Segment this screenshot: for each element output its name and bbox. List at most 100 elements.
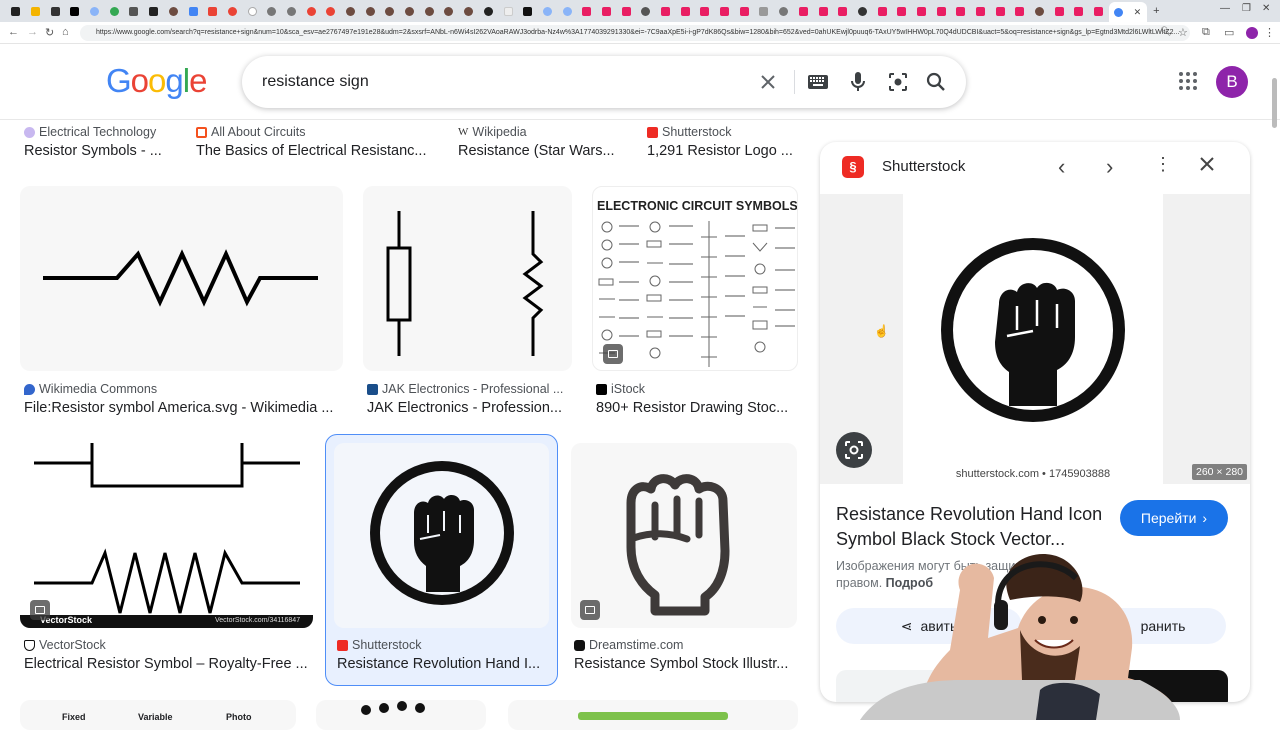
browser-tab[interactable] [479,2,499,20]
browser-tab[interactable] [931,2,951,20]
browser-tab[interactable] [242,2,262,20]
browser-tab[interactable] [124,2,144,20]
browser-tab[interactable] [164,2,184,20]
browser-tab[interactable] [400,2,420,20]
sidebar-icon[interactable]: ▭ [1224,26,1234,39]
browser-tab[interactable] [439,2,459,20]
result-source[interactable]: Shutterstock [337,638,421,652]
close-icon[interactable] [1199,156,1215,177]
result-title[interactable]: The Basics of Electrical Resistanc... [196,143,436,159]
browser-tab[interactable] [1089,2,1109,20]
browser-tab[interactable] [951,2,971,20]
browser-tab[interactable] [616,2,636,20]
result-thumbnail[interactable] [334,443,549,628]
result-title[interactable]: Resistance Revolution Hand I... [337,656,547,672]
browser-tab[interactable] [341,2,361,20]
result-source[interactable]: Wikimedia Commons [24,382,157,396]
camera-lens-icon[interactable] [886,70,910,94]
lens-search-button[interactable] [836,432,872,468]
browser-tab[interactable] [301,2,321,20]
browser-tab[interactable] [892,2,912,20]
browser-tab[interactable] [833,2,853,20]
result-title[interactable]: 890+ Resistor Drawing Stoc... [596,400,801,416]
browser-tab[interactable] [557,2,577,20]
microphone-icon[interactable] [846,70,870,94]
google-logo[interactable]: Google [106,62,207,100]
result-thumbnail[interactable] [20,186,343,371]
home-icon[interactable]: ⌂ [62,26,69,38]
browser-tab[interactable] [380,2,400,20]
result-source[interactable]: Dreamstime.com [574,638,683,652]
browser-tab[interactable] [1049,2,1069,20]
browser-tab[interactable] [282,2,302,20]
result-thumbnail[interactable] [316,700,486,730]
browser-tab[interactable] [65,2,85,20]
browser-tab[interactable] [1069,2,1089,20]
new-tab-button[interactable]: + [1147,2,1167,20]
browser-tab[interactable] [459,2,479,20]
result-thumbnail[interactable]: VectorStock VectorStock.com/34116847 [20,443,313,628]
browser-tab[interactable] [321,2,341,20]
result-source[interactable]: VectorStock [24,638,106,652]
result-thumbnail[interactable] [508,700,798,730]
browser-tab[interactable] [498,2,518,20]
close-tab-icon[interactable]: ✕ [1134,7,1142,18]
browser-tab[interactable] [990,2,1010,20]
browser-tab-active[interactable]: ✕ [1108,2,1147,22]
browser-tab[interactable] [853,2,873,20]
browser-tab[interactable] [675,2,695,20]
browser-tab[interactable] [203,2,223,20]
browser-tab[interactable] [912,2,932,20]
result-title[interactable]: Resistance Symbol Stock Illustr... [574,656,799,672]
avatar[interactable]: B [1216,66,1248,98]
result-source[interactable]: Electrical Technology [24,125,156,139]
browser-tab[interactable] [715,2,735,20]
browser-tab[interactable] [1030,2,1050,20]
bookmark-star-icon[interactable]: ☆ [1178,26,1188,39]
browser-tab[interactable] [85,2,105,20]
result-source[interactable]: JAK Electronics - Professional ... [367,382,563,396]
browser-tab[interactable] [419,2,439,20]
minimize-icon[interactable]: — [1220,3,1230,14]
browser-tab[interactable] [538,2,558,20]
browser-tab[interactable] [144,2,164,20]
browser-tab[interactable] [26,2,46,20]
profile-icon[interactable] [1246,27,1258,39]
browser-tab[interactable] [695,2,715,20]
browser-tab[interactable] [45,2,65,20]
visit-button[interactable]: Перейти › [1120,500,1228,536]
previous-arrow-icon[interactable]: ‹ [1058,154,1065,180]
browser-tab[interactable] [774,2,794,20]
more-options-icon[interactable]: ⋮ [1154,154,1172,175]
result-thumbnail[interactable] [363,186,572,371]
browser-tab[interactable] [577,2,597,20]
menu-dots-icon[interactable]: ⋮ [1264,26,1275,39]
browser-tab[interactable] [183,2,203,20]
result-title[interactable]: Electrical Resistor Symbol – Royalty-Fre… [24,656,314,672]
result-thumbnail[interactable] [571,443,797,628]
result-title[interactable]: File:Resistor symbol America.svg - Wikim… [24,400,339,416]
result-thumbnail[interactable]: ELECTRONIC CIRCUIT SYMBOLS [592,186,798,371]
back-arrow-icon[interactable]: ← [8,26,19,38]
browser-tab[interactable] [223,2,243,20]
browser-tab[interactable] [360,2,380,20]
browser-tab[interactable] [754,2,774,20]
result-title[interactable]: Resistor Symbols - ... [24,143,184,159]
browser-tab[interactable] [597,2,617,20]
apps-grid-icon[interactable] [1178,71,1198,96]
reload-icon[interactable]: ↻ [45,26,54,39]
result-title[interactable]: Resistance (Star Wars... [458,143,628,159]
clear-icon[interactable] [756,70,780,94]
result-source[interactable]: W Wikipedia [458,125,527,139]
zoom-search-icon[interactable]: 🔍︎ [1160,26,1171,37]
extensions-icon[interactable]: ⧉ [1202,26,1210,39]
url-field[interactable]: https://www.google.com/search?q=resistan… [80,25,1190,41]
next-arrow-icon[interactable]: › [1106,154,1113,180]
browser-tab[interactable] [813,2,833,20]
restore-icon[interactable]: ❐ [1242,3,1251,14]
result-title[interactable]: 1,291 Resistor Logo ... [647,143,807,159]
search-icon[interactable] [924,70,948,94]
result-title[interactable]: JAK Electronics - Profession... [367,400,572,416]
result-source[interactable]: All About Circuits [196,125,305,139]
browser-tab[interactable] [971,2,991,20]
